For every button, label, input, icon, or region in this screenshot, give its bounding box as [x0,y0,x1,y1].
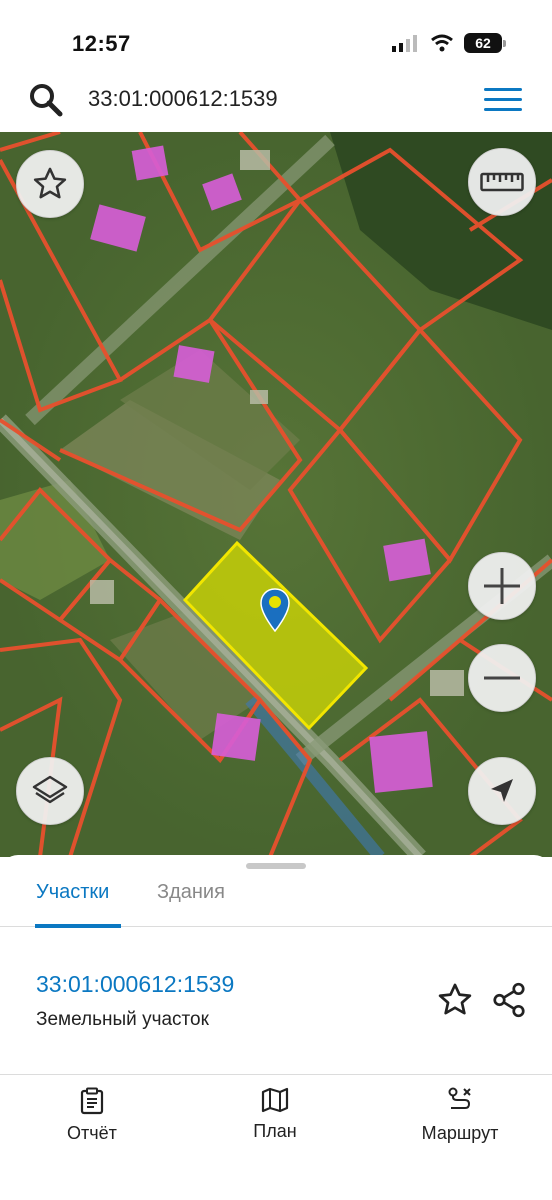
satellite-map[interactable] [0,132,552,857]
bottom-navigation: Отчёт План Маршрут [0,1075,552,1200]
tab-buildings[interactable]: Здания [157,881,225,904]
nav-report-label: Отчёт [67,1123,117,1143]
search-icon[interactable] [28,82,64,118]
battery-level: 62 [475,35,491,51]
navigation-arrow-icon [491,779,513,802]
menu-icon[interactable] [484,86,524,114]
map-icon [261,1087,289,1113]
map-view[interactable] [0,132,552,857]
favorite-star-icon[interactable] [436,981,474,1019]
wifi-icon [431,34,453,52]
bottom-sheet: Участки Здания 33:01:000612:1539 Земельн… [0,855,552,1200]
route-icon [448,1087,471,1109]
search-bar [8,74,544,124]
ruler-icon [480,172,524,192]
star-icon [33,167,67,199]
nav-report[interactable]: Отчёт [22,1087,162,1144]
nav-plan[interactable]: План [205,1087,345,1142]
location-pin-icon [260,588,290,633]
drag-handle[interactable] [246,863,306,869]
layers-button[interactable] [16,757,84,825]
share-icon[interactable] [490,981,528,1019]
tab-bar: Участки Здания [0,875,552,928]
ruler-button[interactable] [468,148,536,216]
cellular-signal-icon [392,35,417,52]
zoom-in-button[interactable] [468,552,536,620]
cadastral-number-link[interactable]: 33:01:000612:1539 [36,971,234,998]
battery-icon: 62 [464,33,506,53]
locate-button[interactable] [468,757,536,825]
nav-route-label: Маршрут [421,1123,499,1143]
tab-parcels[interactable]: Участки [36,881,109,904]
status-time: 12:57 [72,31,131,56]
result-item[interactable]: 33:01:000612:1539 Земельный участок [0,927,552,1075]
nav-route[interactable]: Маршрут [390,1087,530,1144]
minus-icon [484,676,520,680]
parcel-type-label: Земельный участок [36,1009,209,1030]
plus-icon [484,568,520,604]
zoom-out-button[interactable] [468,644,536,712]
layers-icon [32,775,68,804]
clipboard-icon [80,1087,104,1115]
favorite-button[interactable] [16,150,84,218]
search-input[interactable] [88,82,468,116]
status-icons: 62 [392,33,506,53]
status-bar: 12:57 62 [0,0,552,72]
nav-plan-label: План [253,1121,297,1141]
